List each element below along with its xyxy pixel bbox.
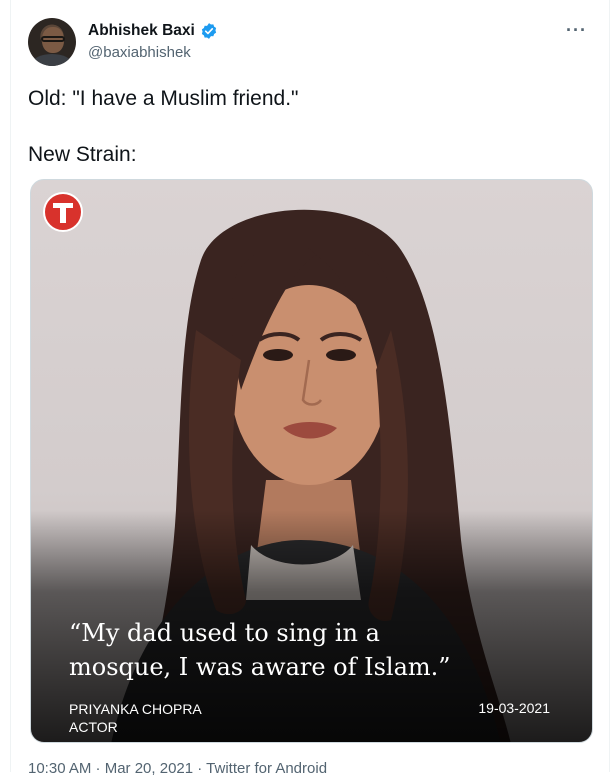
media-quote: “My dad used to sing in a mosque, I was …	[69, 616, 569, 684]
quote-line: mosque, I was aware of Islam.”	[69, 653, 451, 681]
media-date: 19-03-2021	[478, 700, 550, 716]
author-handle[interactable]: @baxiabhishek	[88, 44, 191, 61]
verified-badge-icon	[201, 23, 216, 39]
author-name-row: Abhishek Baxi	[88, 22, 218, 40]
more-options-icon[interactable]: ···	[566, 20, 587, 41]
tweet-text: Old: "I have a Muslim friend." New Strai…	[28, 85, 299, 169]
avatar-glasses	[41, 36, 65, 42]
tweet-media-image[interactable]: “My dad used to sing in a mosque, I was …	[30, 179, 593, 743]
tweet-text-line: New Strain:	[28, 143, 137, 166]
news-logo-icon	[43, 192, 83, 232]
avatar[interactable]	[28, 18, 76, 66]
news-logo-glyph	[53, 203, 73, 223]
tweet-timestamp[interactable]: 10:30 AM · Mar 20, 2021 · Twitter for An…	[28, 760, 327, 777]
quote-line: “My dad used to sing in a	[69, 619, 380, 647]
avatar-shoulders	[32, 54, 72, 66]
media-person-name: PRIYANKA CHOPRA	[69, 701, 202, 717]
tweet-text-line: Old: "I have a Muslim friend."	[28, 87, 299, 110]
media-attribution: PRIYANKA CHOPRA ACTOR	[69, 700, 202, 736]
author-display-name[interactable]: Abhishek Baxi	[88, 22, 195, 40]
media-person-title: ACTOR	[69, 719, 118, 735]
